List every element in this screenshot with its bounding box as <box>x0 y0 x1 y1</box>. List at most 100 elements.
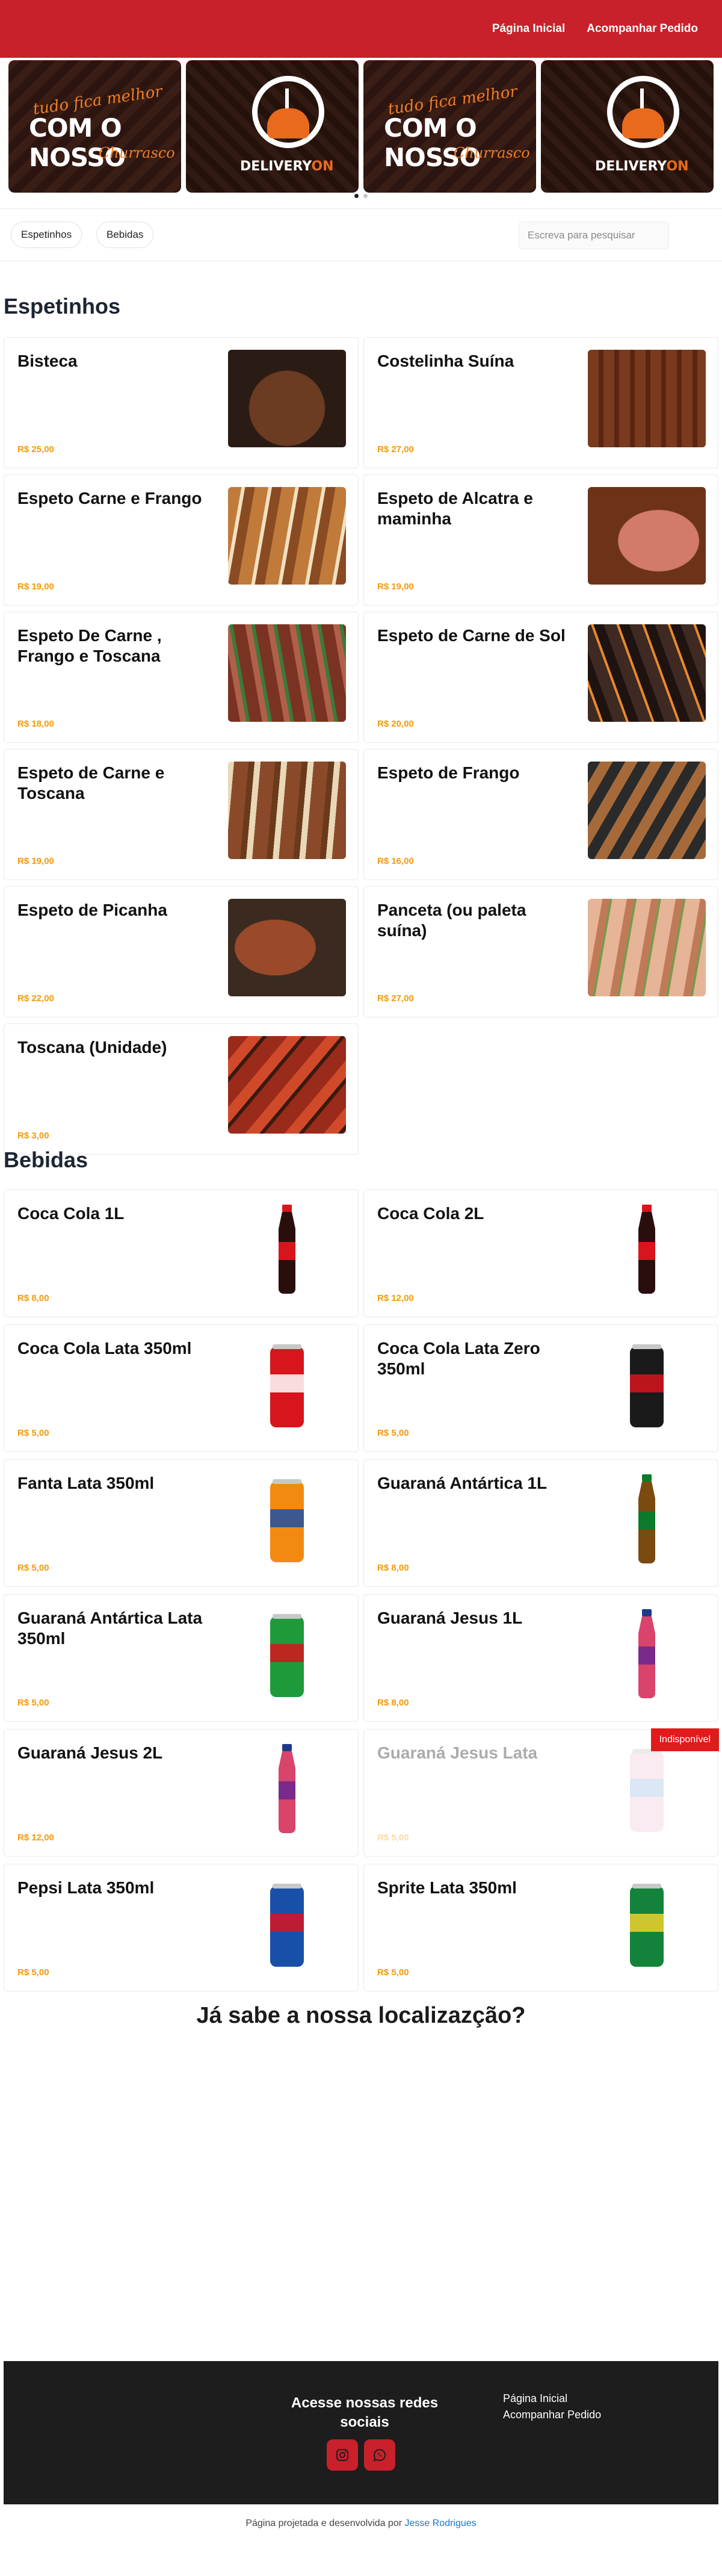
product-price: R$ 5,00 <box>17 1428 49 1438</box>
category-filter-bar: Espetinhos Bebidas <box>0 208 722 261</box>
product-card[interactable]: Costelinha Suína R$ 27,00 <box>363 337 718 468</box>
author-link[interactable]: Jesse Rodrigues <box>405 2518 477 2528</box>
can-image <box>630 1749 664 1832</box>
product-price: R$ 5,00 <box>377 1428 409 1438</box>
product-card[interactable]: Espeto De Carne , Frango e Toscana R$ 18,… <box>4 612 359 743</box>
footer-link-home[interactable]: Página Inicial <box>503 2392 601 2405</box>
product-price: R$ 27,00 <box>377 993 414 1004</box>
product-card[interactable]: Coca Cola 2L R$ 12,00 <box>363 1190 718 1317</box>
footer-link-track-order[interactable]: Acompanhar Pedido <box>503 2409 601 2421</box>
chip-espetinhos[interactable]: Espetinhos <box>11 222 82 248</box>
bottle-image <box>279 1205 295 1294</box>
footer: Acesse nossas redes sociais Página Inici… <box>4 2361 718 2504</box>
product-photo <box>588 487 706 585</box>
product-card[interactable]: Espeto de Carne de Sol R$ 20,00 <box>363 612 718 743</box>
product-card[interactable]: Panceta (ou paleta suína) R$ 27,00 <box>363 886 718 1017</box>
section-title-espetinhos: Espetinhos <box>4 294 121 318</box>
product-photo <box>588 350 706 447</box>
product-photo <box>228 762 346 859</box>
product-card[interactable]: Espeto de Alcatra e maminha R$ 19,00 <box>363 474 718 606</box>
product-price: R$ 20,00 <box>377 719 414 729</box>
food-image <box>588 487 706 585</box>
product-card[interactable]: Guaraná Jesus 2L R$ 12,00 <box>4 1729 359 1857</box>
delivery-logo: DELIVERYON <box>240 159 334 174</box>
product-card[interactable]: Coca Cola Lata 350ml R$ 5,00 <box>4 1324 359 1452</box>
product-photo <box>588 1876 706 1974</box>
product-card[interactable]: Guaraná Antártica Lata 350ml R$ 5,00 <box>4 1594 359 1722</box>
carousel-dot-active[interactable] <box>354 194 359 198</box>
can-image <box>630 1344 664 1427</box>
product-photo <box>588 1337 706 1435</box>
product-price: R$ 12,00 <box>17 1833 54 1843</box>
product-price: R$ 5,00 <box>377 1967 409 1978</box>
product-name: Guaraná Jesus 1L <box>377 1609 523 1627</box>
can-image <box>270 1344 304 1427</box>
product-card[interactable]: Guaraná Antártica 1L R$ 8,00 <box>363 1459 718 1587</box>
product-card[interactable]: Sprite Lata 350ml R$ 5,00 <box>363 1864 718 1991</box>
product-photo <box>588 1202 706 1300</box>
product-photo <box>228 1202 346 1300</box>
motorcycle-icon <box>622 108 664 138</box>
product-card[interactable]: Espeto Carne e Frango R$ 19,00 <box>4 474 359 606</box>
carousel-dot[interactable] <box>363 194 368 198</box>
product-card[interactable]: Espeto de Frango R$ 16,00 <box>363 749 718 880</box>
product-photo <box>228 899 346 996</box>
can-image <box>270 1479 304 1562</box>
product-photo <box>228 1742 346 1839</box>
product-name: Espeto De Carne , Frango e Toscana <box>17 626 162 665</box>
food-image <box>588 350 706 447</box>
product-price: R$ 5,00 <box>377 1833 409 1843</box>
product-card[interactable]: Espeto de Picanha R$ 22,00 <box>4 886 359 1017</box>
product-card[interactable]: Pepsi Lata 350ml R$ 5,00 <box>4 1864 359 1991</box>
instagram-button[interactable] <box>327 2439 358 2471</box>
product-photo <box>588 1607 706 1704</box>
motorcycle-icon <box>267 108 309 138</box>
product-name: Costelinha Suína <box>377 352 514 370</box>
product-price: R$ 12,00 <box>377 1293 414 1303</box>
chip-bebidas[interactable]: Bebidas <box>96 222 154 248</box>
product-name: Espeto de Picanha <box>17 901 167 919</box>
product-card[interactable]: Espeto de Carne e Toscana R$ 19,00 <box>4 749 359 880</box>
food-image <box>228 899 346 996</box>
product-price: R$ 5,00 <box>17 1967 49 1978</box>
section-title-bebidas: Bebidas <box>4 1147 88 1172</box>
product-price: R$ 5,00 <box>17 1698 49 1708</box>
product-photo <box>228 624 346 722</box>
product-card[interactable]: Coca Cola Lata Zero 350ml R$ 5,00 <box>363 1324 718 1452</box>
product-price: R$ 19,00 <box>17 582 54 592</box>
unavailable-badge: Indisponível <box>650 1728 719 1751</box>
product-name: Espeto de Frango <box>377 763 520 782</box>
product-card[interactable]: Fanta Lata 350ml R$ 5,00 <box>4 1459 359 1587</box>
product-name: Espeto de Carne e Toscana <box>17 763 165 802</box>
nav-track-order-link[interactable]: Acompanhar Pedido <box>587 22 698 36</box>
product-photo <box>228 1036 346 1134</box>
product-price: R$ 27,00 <box>377 444 414 455</box>
whatsapp-icon <box>373 2448 386 2462</box>
product-name: Fanta Lata 350ml <box>17 1474 155 1492</box>
banner-carousel[interactable]: tudo fica melhor COM O NOSSO Churrasco D… <box>8 60 714 193</box>
product-name: Coca Cola 2L <box>377 1204 484 1223</box>
product-card[interactable]: Bisteca R$ 25,00 <box>4 337 359 468</box>
social-heading: Acesse nossas redes sociais <box>291 2395 439 2430</box>
product-card[interactable]: Toscana (Unidade) R$ 3,00 <box>4 1023 359 1155</box>
product-card[interactable]: Coca Cola 1L R$ 8,00 <box>4 1190 359 1317</box>
product-card[interactable]: Guaraná Jesus 1L R$ 8,00 <box>363 1594 718 1722</box>
delivery-logo: DELIVERYON <box>595 159 689 174</box>
bottle-image <box>638 1205 655 1294</box>
product-name: Guaraná Antártica 1L <box>377 1474 548 1492</box>
nav-home-link[interactable]: Página Inicial <box>492 22 565 36</box>
product-name: Espeto de Alcatra e maminha <box>377 489 533 528</box>
promo-text-line2: COM O NOSSO <box>384 113 481 172</box>
can-image <box>630 1884 664 1967</box>
product-photo <box>228 1607 346 1704</box>
bebidas-grid: Coca Cola 1L R$ 8,00 Coca Cola 2L R$ 12,00 C… <box>4 1190 719 1991</box>
product-card[interactable]: Guaraná Jesus Lata R$ 5,00 Indisponível <box>363 1728 719 1857</box>
search-input[interactable] <box>519 222 669 249</box>
bottle-image <box>638 1474 655 1563</box>
product-price: R$ 19,00 <box>17 856 54 866</box>
product-name: Sprite Lata 350ml <box>377 1878 517 1897</box>
product-price: R$ 3,00 <box>17 1131 49 1141</box>
whatsapp-button[interactable] <box>364 2439 395 2471</box>
product-photo <box>588 762 706 859</box>
can-image <box>270 1614 304 1697</box>
